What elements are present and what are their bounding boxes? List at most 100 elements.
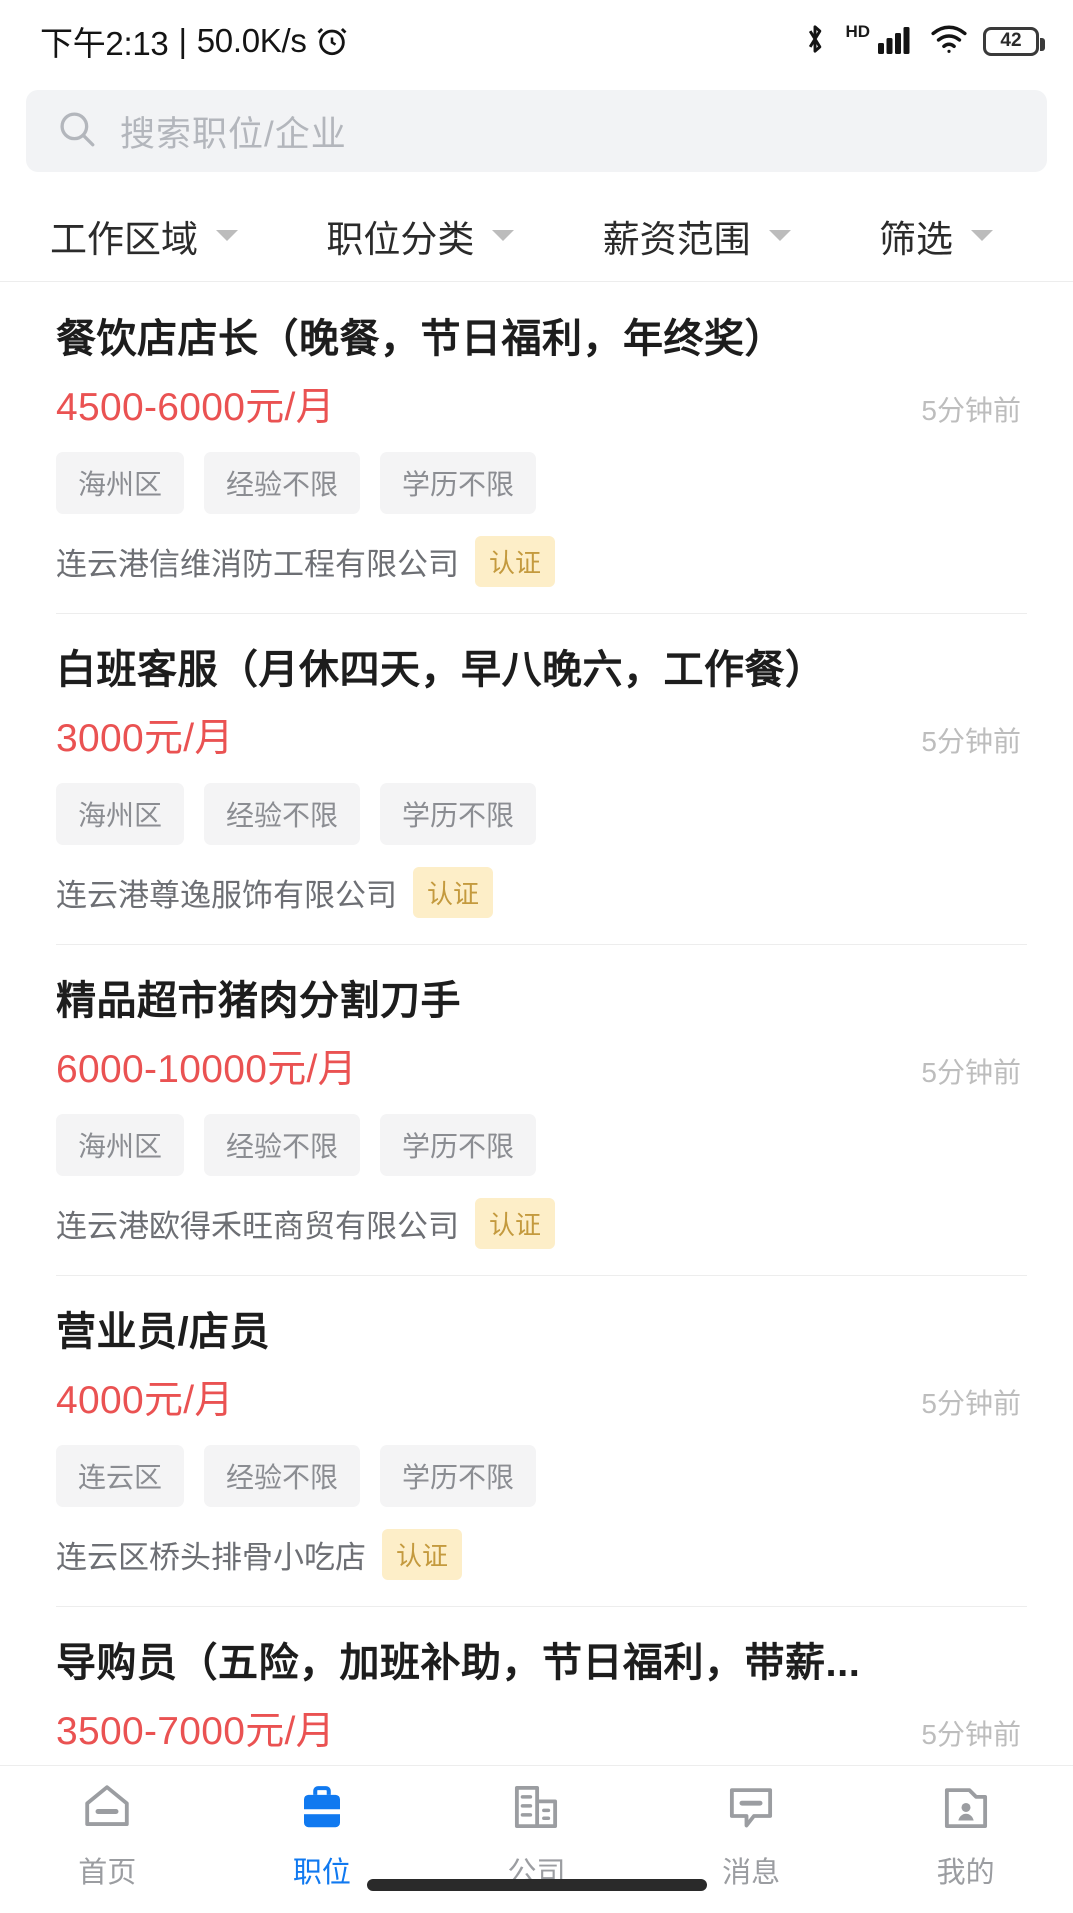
job-tag: 经验不限	[204, 1445, 361, 1507]
job-tag: 海州区	[56, 452, 185, 514]
job-tag: 学历不限	[380, 1445, 537, 1507]
job-company-row[interactable]: 连云港信维消防工程有限公司 认证	[56, 536, 1027, 587]
job-tags: 连云区 经验不限 学历不限	[56, 1445, 1027, 1507]
verified-badge: 认证	[413, 867, 494, 918]
job-posted-time: 5分钟前	[921, 1057, 1021, 1088]
chevron-down-icon	[492, 230, 515, 241]
job-posted-time: 5分钟前	[921, 1719, 1021, 1750]
tab-jobs[interactable]: 职位	[215, 1780, 430, 1891]
job-salary: 4500-6000元/月	[56, 386, 335, 429]
job-company-row[interactable]: 连云港尊逸服饰有限公司 认证	[56, 867, 1027, 918]
tab-companies[interactable]: 公司	[429, 1780, 644, 1891]
filter-work-area[interactable]: 工作区域	[50, 209, 326, 263]
hd-label: HD	[845, 21, 870, 41]
company-name: 连云区桥头排骨小吃店	[56, 1540, 366, 1575]
job-list-item[interactable]: 白班客服（月休四天，早八晚六，工作餐） 3000元/月 5分钟前 海州区 经验不…	[0, 613, 1073, 944]
job-list[interactable]: 餐饮店店长（晚餐，节日福利，年终奖） 4500-6000元/月 5分钟前 海州区…	[0, 282, 1073, 1765]
job-title: 导购员（五险，加班补助，节日福利，带薪...	[56, 1641, 861, 1685]
tab-label: 首页	[78, 1857, 137, 1889]
verified-badge: 认证	[382, 1529, 463, 1580]
battery-level: 42	[1000, 30, 1022, 51]
wifi-icon	[930, 23, 968, 60]
job-company-row[interactable]: 连云港欧得禾旺商贸有限公司 认证	[56, 1198, 1027, 1249]
status-separator: |	[178, 22, 187, 59]
job-posted-time: 5分钟前	[921, 395, 1021, 426]
alarm-clock-icon	[315, 24, 349, 58]
home-indicator[interactable]	[366, 1879, 707, 1891]
job-salary-row: 4000元/月 5分钟前	[56, 1369, 1027, 1425]
filter-label: 职位分类	[326, 218, 475, 260]
job-posted-time: 5分钟前	[921, 726, 1021, 757]
status-bar-left: 下午2:13 | 50.0K/s	[40, 17, 349, 65]
job-list-item[interactable]: 餐饮店店长（晚餐，节日福利，年终奖） 4500-6000元/月 5分钟前 海州区…	[0, 282, 1073, 613]
job-tag: 海州区	[56, 783, 185, 845]
job-salary-row: 4500-6000元/月 5分钟前	[56, 376, 1027, 432]
chevron-down-icon	[216, 230, 238, 241]
job-tag: 经验不限	[204, 452, 361, 514]
search-section: 搜索职位/企业	[0, 82, 1073, 190]
home-icon	[80, 1780, 134, 1839]
job-tags: 海州区 经验不限 学历不限	[56, 783, 1027, 845]
filter-label: 筛选	[879, 218, 953, 260]
bluetooth-icon	[800, 22, 830, 61]
job-tags: 海州区 经验不限 学历不限	[56, 1114, 1027, 1176]
chat-bubble-icon	[724, 1780, 778, 1839]
job-tag: 连云区	[56, 1445, 185, 1507]
tab-label: 消息	[722, 1857, 781, 1889]
status-time: 下午2:13	[40, 25, 169, 62]
job-salary: 3500-7000元/月	[56, 1710, 335, 1753]
filter-label: 工作区域	[50, 218, 198, 260]
app-screen: 下午2:13 | 50.0K/s HD 42 搜索职位/企业 工作区域 职位分类…	[0, 0, 1073, 1913]
tab-label: 职位	[292, 1857, 351, 1889]
job-salary-row: 3500-7000元/月 5分钟前	[56, 1700, 1027, 1756]
job-salary: 6000-10000元/月	[56, 1048, 357, 1091]
job-tag: 经验不限	[204, 1114, 361, 1176]
tab-home[interactable]: 首页	[0, 1780, 215, 1891]
cellular-signal-icon	[877, 23, 915, 60]
search-input[interactable]: 搜索职位/企业	[120, 106, 347, 157]
tab-messages[interactable]: 消息	[644, 1780, 859, 1891]
chevron-down-icon	[768, 230, 791, 241]
job-tag: 学历不限	[380, 1114, 537, 1176]
verified-badge: 认证	[475, 536, 556, 587]
job-title: 餐饮店店长（晚餐，节日福利，年终奖）	[56, 317, 785, 361]
company-name: 连云港欧得禾旺商贸有限公司	[56, 1209, 459, 1244]
profile-card-icon	[939, 1780, 993, 1839]
job-tag: 海州区	[56, 1114, 185, 1176]
job-salary-row: 3000元/月 5分钟前	[56, 707, 1027, 763]
job-salary: 4000元/月	[56, 1379, 234, 1422]
job-tag: 学历不限	[380, 452, 537, 514]
job-salary-row: 6000-10000元/月 5分钟前	[56, 1038, 1027, 1094]
company-name: 连云港尊逸服饰有限公司	[56, 878, 397, 913]
filter-label: 薪资范围	[602, 218, 751, 260]
job-tag: 经验不限	[204, 783, 361, 845]
status-network-speed: 50.0K/s	[196, 22, 307, 59]
company-name: 连云港信维消防工程有限公司	[56, 547, 459, 582]
filter-job-category[interactable]: 职位分类	[326, 209, 602, 263]
verified-badge: 认证	[475, 1198, 556, 1249]
filter-more[interactable]: 筛选	[879, 209, 1033, 263]
chevron-down-icon	[971, 230, 993, 241]
battery-indicator: 42	[983, 26, 1045, 56]
status-bar: 下午2:13 | 50.0K/s HD 42	[0, 0, 1073, 82]
job-title: 精品超市猪肉分割刀手	[56, 979, 461, 1023]
job-company-row[interactable]: 连云区桥头排骨小吃店 认证	[56, 1529, 1027, 1580]
filter-bar: 工作区域 职位分类 薪资范围 筛选	[0, 190, 1073, 282]
filter-salary-range[interactable]: 薪资范围	[603, 209, 879, 263]
briefcase-icon	[295, 1780, 349, 1839]
job-list-item[interactable]: 营业员/店员 4000元/月 5分钟前 连云区 经验不限 学历不限 连云区桥头排…	[0, 1275, 1073, 1606]
job-tags: 海州区 经验不限 学历不限	[56, 452, 1027, 514]
tab-label: 我的	[936, 1857, 995, 1889]
job-title: 白班客服（月休四天，早八晚六，工作餐）	[56, 648, 826, 692]
tab-profile[interactable]: 我的	[858, 1780, 1073, 1891]
job-list-item[interactable]: 导购员（五险，加班补助，节日福利，带薪... 3500-7000元/月 5分钟前…	[0, 1606, 1073, 1765]
job-salary: 3000元/月	[56, 717, 234, 760]
job-posted-time: 5分钟前	[921, 1388, 1021, 1419]
building-icon	[509, 1780, 563, 1839]
job-tag: 学历不限	[380, 783, 537, 845]
search-icon	[56, 108, 98, 155]
job-title: 营业员/店员	[56, 1310, 271, 1354]
search-bar[interactable]: 搜索职位/企业	[26, 90, 1047, 172]
job-list-item[interactable]: 精品超市猪肉分割刀手 6000-10000元/月 5分钟前 海州区 经验不限 学…	[0, 944, 1073, 1275]
status-bar-right: HD 42	[800, 21, 1045, 61]
